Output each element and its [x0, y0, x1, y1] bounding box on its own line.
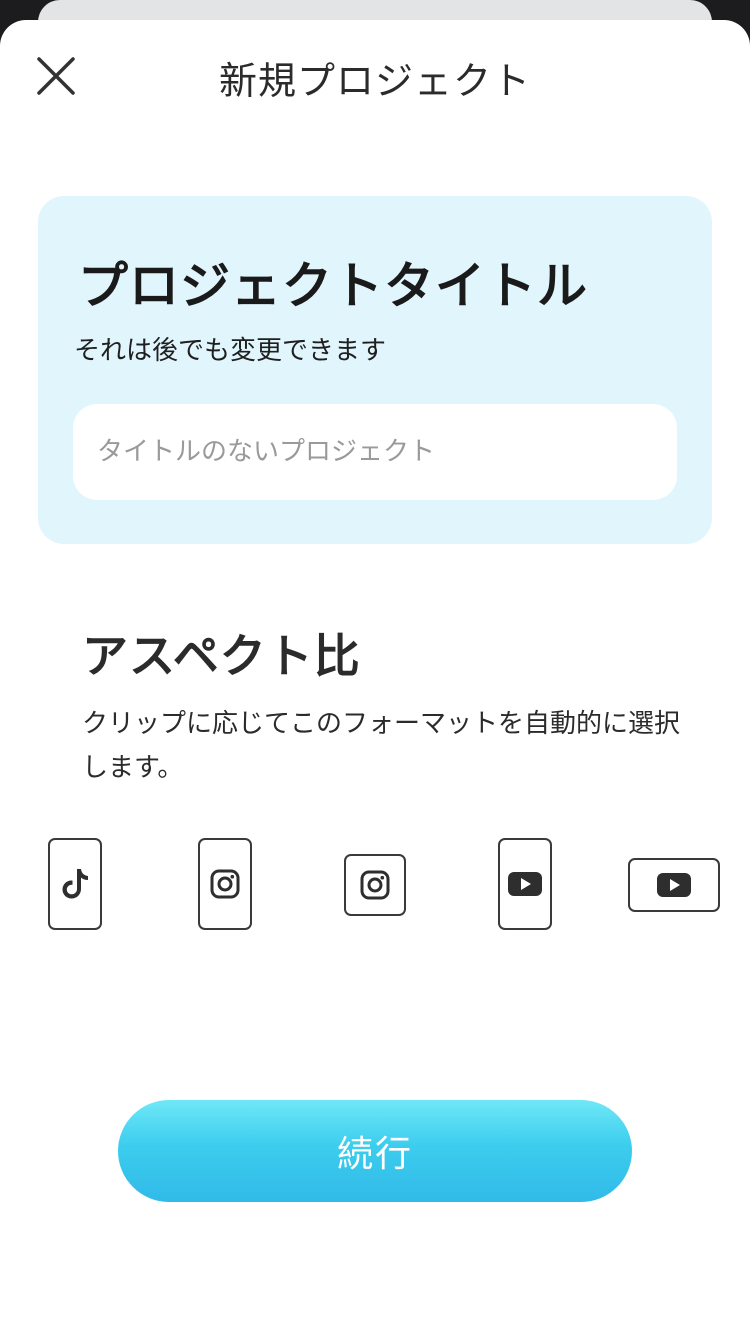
project-title-input[interactable] — [73, 404, 677, 500]
youtube-icon — [657, 873, 691, 897]
project-title-card: プロジェクトタイトル それは後でも変更できます — [38, 196, 712, 544]
aspect-ratio-heading: アスペクト比 — [82, 629, 361, 683]
instagram-icon — [360, 870, 390, 900]
instagram-icon — [210, 869, 240, 899]
page-title: 新規プロジェクト — [218, 59, 531, 103]
project-title-hint: それは後でも変更できます — [74, 336, 387, 366]
tiktok-icon — [62, 869, 88, 899]
continue-button[interactable]: 続行 — [118, 1100, 632, 1202]
format-option-tiktok[interactable] — [48, 838, 102, 930]
youtube-icon — [508, 872, 542, 896]
project-title-heading: プロジェクトタイトル — [78, 257, 588, 315]
format-option-instagram-portrait[interactable] — [198, 838, 252, 930]
format-option-youtube-landscape[interactable] — [628, 858, 720, 912]
format-option-youtube-portrait[interactable] — [498, 838, 552, 930]
aspect-ratio-description: クリップに応じてこのフォーマットを自動的に選択します。 — [82, 709, 681, 783]
continue-button-label: 続行 — [336, 1134, 413, 1175]
format-option-instagram-square[interactable] — [344, 854, 406, 916]
new-project-sheet: 新規プロジェクト プロジェクトタイトル それは後でも変更できます アスペクト比 … — [0, 20, 750, 1334]
